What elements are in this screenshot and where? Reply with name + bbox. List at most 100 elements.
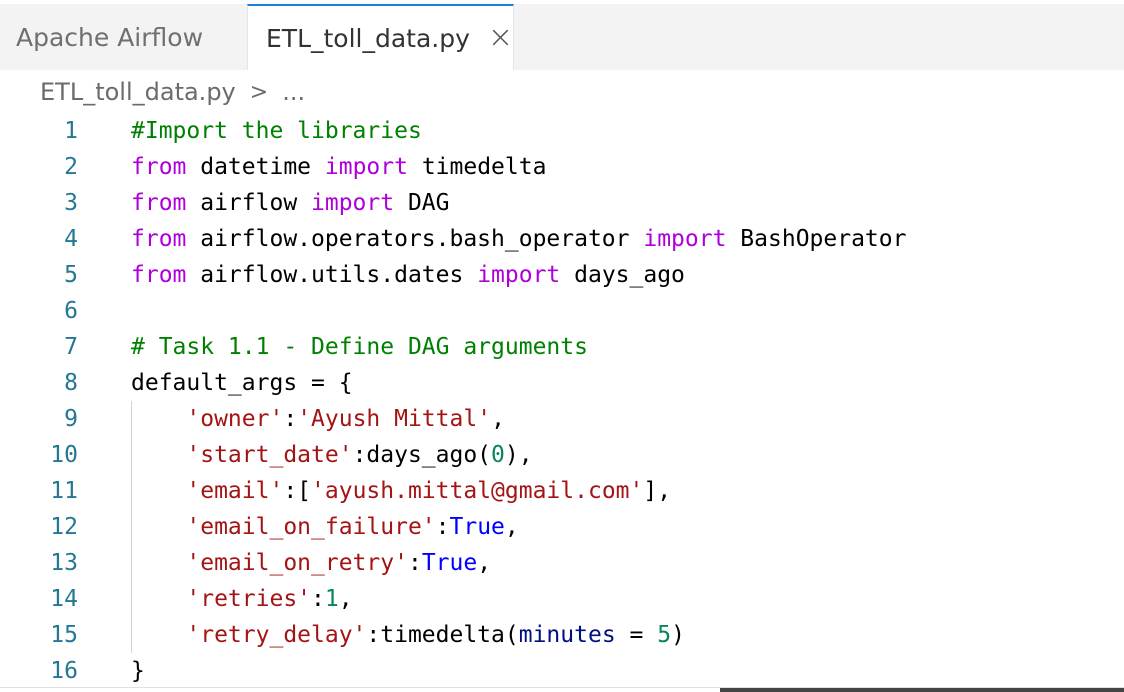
- code-token: True: [421, 550, 478, 576]
- code-token: datetime: [186, 154, 325, 180]
- code-text: 'owner':'Ayush Mittal',: [131, 401, 505, 437]
- code-line[interactable]: 9 'owner':'Ayush Mittal',: [0, 401, 1124, 437]
- line-number: 15: [50, 622, 78, 648]
- code-token: BashOperator: [726, 226, 907, 252]
- code-token: 'email': [186, 478, 284, 504]
- code-token: ): [671, 622, 685, 648]
- code-token: :days_ago(: [352, 442, 492, 468]
- code-text: 'email':['ayush.mittal@gmail.com'],: [131, 473, 671, 509]
- code-token: ,: [338, 586, 353, 612]
- code-token: 'owner': [186, 406, 284, 432]
- code-token: 5: [657, 622, 672, 648]
- code-token: from: [131, 262, 187, 288]
- indent-guide: [131, 401, 132, 653]
- code-token: :: [407, 550, 422, 576]
- breadcrumb-ellipsis[interactable]: ...: [282, 78, 305, 106]
- line-number: 4: [64, 226, 78, 252]
- code-text: from airflow.utils.dates import days_ago: [131, 257, 685, 293]
- code-token: from: [131, 190, 187, 216]
- code-token: import: [477, 262, 561, 288]
- code-token: minutes: [518, 622, 616, 648]
- code-line[interactable]: 5 from airflow.utils.dates import days_ag…: [0, 257, 1124, 293]
- code-token: =: [615, 622, 658, 648]
- code-text: default_args = {: [131, 365, 353, 401]
- line-number: 5: [64, 262, 78, 288]
- line-number: 13: [50, 550, 78, 576]
- code-text: from airflow.operators.bash_operator imp…: [131, 221, 906, 257]
- code-line[interactable]: 7 # Task 1.1 - Define DAG arguments: [0, 329, 1124, 365]
- code-token: DAG: [394, 190, 450, 216]
- code-token: ,: [477, 550, 492, 576]
- line-number: 2: [64, 154, 78, 180]
- code-text: from datetime import timedelta: [131, 149, 546, 185]
- code-line[interactable]: 3 from airflow import DAG: [0, 185, 1124, 221]
- code-token: default_args = {: [131, 370, 353, 396]
- line-number: 9: [64, 406, 78, 432]
- code-line[interactable]: 13 'email_on_retry':True,: [0, 545, 1124, 581]
- code-text: 'retries':1,: [131, 581, 353, 617]
- line-number: 1: [64, 118, 78, 144]
- line-number: 3: [64, 190, 78, 216]
- code-line[interactable]: 12 'email_on_failure':True,: [0, 509, 1124, 545]
- code-line[interactable]: 10 'start_date':days_ago(0),: [0, 437, 1124, 473]
- breadcrumb: ETL_toll_data.py > ...: [40, 74, 305, 110]
- code-token: from: [131, 226, 187, 252]
- code-token: 1: [324, 586, 339, 612]
- code-token: True: [449, 514, 505, 540]
- close-icon[interactable]: ×: [488, 23, 513, 53]
- code-token: #Import the libraries: [131, 118, 422, 144]
- code-token: 'retries': [186, 586, 312, 612]
- line-number: 12: [50, 514, 78, 540]
- code-token: airflow.utils.dates: [186, 262, 478, 288]
- code-token: import: [643, 226, 727, 252]
- code-line[interactable]: 16}: [0, 653, 1124, 689]
- code-token: }: [131, 658, 145, 684]
- code-text: }: [131, 653, 145, 689]
- tab-etl-toll-data[interactable]: ETL_toll_data.py ×: [247, 4, 514, 70]
- horizontal-scrollbar[interactable]: [720, 688, 1124, 692]
- code-text: # Task 1.1 - Define DAG arguments: [131, 329, 588, 365]
- code-token: ],: [643, 478, 672, 504]
- code-token: airflow.operators.bash_operator: [186, 226, 644, 252]
- code-token: ),: [504, 442, 533, 468]
- code-text: 'start_date':days_ago(0),: [131, 437, 533, 473]
- code-line[interactable]: 6: [0, 293, 1124, 329]
- code-line[interactable]: 2 from datetime import timedelta: [0, 149, 1124, 185]
- code-token: 'email_on_failure': [186, 514, 436, 540]
- tab-label: Apache Airflow: [16, 22, 204, 52]
- code-token: 'Ayush Mittal': [297, 406, 492, 432]
- code-token: :timedelta(: [366, 622, 519, 648]
- tab-apache-airflow[interactable]: Apache Airflow: [0, 4, 247, 70]
- code-token: days_ago: [560, 262, 685, 288]
- code-token: ,: [491, 406, 505, 432]
- line-number: 8: [64, 370, 78, 396]
- code-token: 'ayush.mittal@gmail.com': [311, 478, 644, 504]
- code-line[interactable]: 4 from airflow.operators.bash_operator im…: [0, 221, 1124, 257]
- code-token: 'start_date': [186, 442, 353, 468]
- code-token: from: [131, 154, 187, 180]
- code-token: :: [435, 514, 450, 540]
- code-line[interactable]: 14 'retries':1,: [0, 581, 1124, 617]
- line-number: 11: [50, 478, 78, 504]
- code-text: 'email_on_retry':True,: [131, 545, 491, 581]
- code-token: ,: [504, 514, 519, 540]
- code-token: airflow: [186, 190, 312, 216]
- code-line[interactable]: 8 default_args = {: [0, 365, 1124, 401]
- code-editor[interactable]: 1 #Import the libraries 2 from datetime imp…: [0, 113, 1124, 689]
- code-line[interactable]: 11 'email':['ayush.mittal@gmail.com'],: [0, 473, 1124, 509]
- breadcrumb-file[interactable]: ETL_toll_data.py: [40, 78, 236, 106]
- code-token: 0: [491, 442, 505, 468]
- code-token: import: [324, 154, 408, 180]
- line-number: 7: [64, 334, 78, 360]
- code-token: import: [311, 190, 395, 216]
- code-token: :: [283, 406, 298, 432]
- code-text: 'email_on_failure':True,: [131, 509, 519, 545]
- code-line[interactable]: 1 #Import the libraries: [0, 113, 1124, 149]
- code-line[interactable]: 15 'retry_delay':timedelta(minutes = 5): [0, 617, 1124, 653]
